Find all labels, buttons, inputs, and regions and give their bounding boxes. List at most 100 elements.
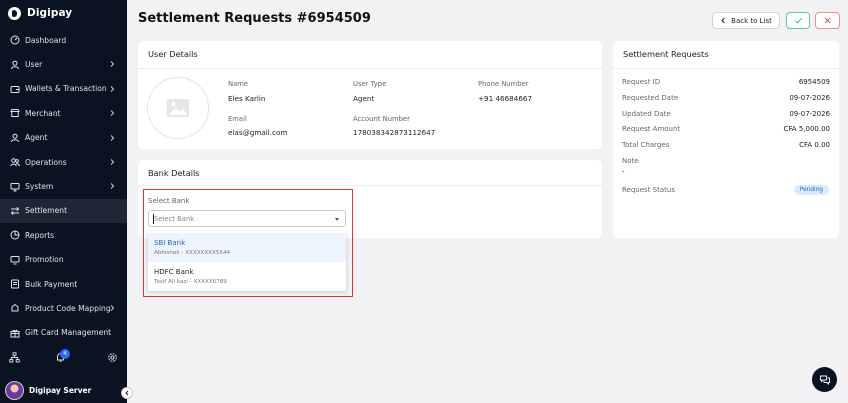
operations-icon xyxy=(9,157,20,168)
updated-date-value: 09-07-2026 xyxy=(789,110,830,118)
divider xyxy=(613,68,839,69)
wallet-icon xyxy=(9,83,20,94)
image-placeholder-icon xyxy=(167,99,189,117)
select-bank-placeholder: Select Bank xyxy=(154,215,195,223)
account-number-value: 178038342873112647 xyxy=(353,128,436,137)
sidebar-item-agent[interactable]: Agent xyxy=(0,126,127,150)
divider xyxy=(138,185,602,186)
email-label: Email xyxy=(228,115,247,123)
back-to-list-label: Back to List xyxy=(731,16,772,25)
user-details-card: User Details Name Eles Karlin User Type … xyxy=(138,41,602,149)
sidebar-item-label: System xyxy=(25,182,54,192)
name-label: Name xyxy=(228,80,249,88)
sidebar-item-promotion[interactable]: Promotion xyxy=(0,248,127,272)
user-type-value: Agent xyxy=(353,94,375,103)
note-value: - xyxy=(622,168,625,176)
user-type-label: User Type xyxy=(353,80,387,88)
settlement-requests-title: Settlement Requests xyxy=(623,49,709,59)
sitemap-icon[interactable] xyxy=(9,352,20,363)
notification-badge: 4 xyxy=(60,349,70,359)
brand-logo-icon xyxy=(8,6,21,20)
chat-support-button[interactable] xyxy=(812,367,837,392)
gift-card-icon xyxy=(9,327,20,338)
agent-icon xyxy=(9,132,20,143)
sidebar-item-gift-card[interactable]: Gift Card Management xyxy=(0,321,127,345)
mapping-icon xyxy=(9,303,20,314)
sidebar-item-bulk-payment[interactable]: Bulk Payment xyxy=(0,272,127,296)
bank-option-name: SBI Bank xyxy=(154,239,186,247)
updated-date-label: Updated Date xyxy=(622,110,671,118)
caret-down-icon xyxy=(335,218,339,221)
sidebar-item-label: Dashboard xyxy=(25,35,67,45)
sidebar-bottom-toolbar: 4 xyxy=(0,344,127,370)
sidebar-item-operations[interactable]: Operations xyxy=(0,150,127,174)
phone-label: Phone Number xyxy=(478,80,529,88)
approve-button[interactable] xyxy=(786,12,810,29)
reject-button[interactable] xyxy=(815,12,840,29)
shop-icon xyxy=(9,108,20,119)
sidebar-item-label: Agent xyxy=(25,133,48,143)
sidebar-item-label: Reports xyxy=(25,230,55,240)
sidebar-item-wallets[interactable]: Wallets & Transaction xyxy=(0,77,127,101)
chevron-right-icon xyxy=(110,85,115,92)
sidebar-item-label: Bulk Payment xyxy=(25,279,78,289)
bank-details-title: Bank Details xyxy=(148,168,200,178)
sidebar: Digipay Dashboard User Wallets & Transac… xyxy=(0,0,127,403)
user-icon xyxy=(9,59,20,70)
sidebar-item-label: Operations xyxy=(25,157,67,167)
promotion-icon xyxy=(9,254,20,265)
sidebar-item-user[interactable]: User xyxy=(0,52,127,76)
bank-option-sbi[interactable]: SBI Bank Abhishek - XXXXXXXX5544 xyxy=(148,233,346,262)
chevron-right-icon xyxy=(110,183,115,190)
phone-value: +91 46684667 xyxy=(478,94,533,103)
chevron-right-icon xyxy=(110,110,115,117)
sidebar-item-system[interactable]: System xyxy=(0,174,127,198)
chevron-right-icon xyxy=(110,61,115,68)
user-details-title: User Details xyxy=(148,49,198,59)
sidebar-item-settlement[interactable]: Settlement xyxy=(0,198,127,224)
user-name: Digipay Server xyxy=(29,385,92,395)
check-icon xyxy=(794,17,802,24)
sidebar-item-product-code-mapping[interactable]: Product Code Mapping xyxy=(0,296,127,320)
sidebar-item-label: User xyxy=(25,60,43,70)
sidebar-collapse-button[interactable] xyxy=(121,387,133,399)
user-photo-placeholder xyxy=(147,77,209,139)
sidebar-item-reports[interactable]: Reports xyxy=(0,223,127,247)
name-value: Eles Karlin xyxy=(228,94,266,103)
requested-date-value: 09-07-2026 xyxy=(789,94,830,102)
request-status-label: Request Status xyxy=(622,186,675,194)
chevron-right-icon xyxy=(110,134,115,141)
bank-dropdown-menu: SBI Bank Abhishek - XXXXXXXX5544 HDFC Ba… xyxy=(148,231,346,291)
chevron-left-icon xyxy=(125,390,129,396)
brand[interactable]: Digipay xyxy=(8,6,72,20)
back-to-list-button[interactable]: Back to List xyxy=(712,12,780,29)
page-title: Settlement Requests #6954509 xyxy=(138,11,371,26)
sidebar-item-merchant[interactable]: Merchant xyxy=(0,101,127,125)
close-icon xyxy=(824,17,831,24)
current-user[interactable]: Digipay Server xyxy=(0,377,127,403)
bank-option-account: Tosif Ali kazi - XXXXX6789 xyxy=(154,279,227,285)
bank-option-hdfc[interactable]: HDFC Bank Tosif Ali kazi - XXXXX6789 xyxy=(148,262,346,291)
sidebar-item-label: Settlement xyxy=(25,206,68,216)
divider xyxy=(138,68,602,69)
settlement-requests-card: Settlement Requests Request ID 6954509 R… xyxy=(613,41,839,238)
account-number-label: Account Number xyxy=(353,115,410,123)
sidebar-item-label: Merchant xyxy=(25,108,61,118)
select-bank-label: Select Bank xyxy=(148,197,190,205)
bank-option-account: Abhishek - XXXXXXXX5544 xyxy=(154,250,231,256)
avatar xyxy=(5,380,24,400)
chevron-left-icon xyxy=(721,17,725,24)
status-badge: Pending xyxy=(793,185,829,195)
email-value: elas@gmail.com xyxy=(228,128,288,137)
transfer-icon xyxy=(9,205,20,216)
dashboard-icon xyxy=(9,35,20,46)
sidebar-item-dashboard[interactable]: Dashboard xyxy=(0,28,127,52)
request-amount-value: CFA 5,000.00 xyxy=(783,125,830,133)
reports-icon xyxy=(9,230,20,241)
chevron-right-icon xyxy=(110,305,115,312)
brand-name: Digipay xyxy=(27,7,73,19)
gear-icon[interactable] xyxy=(107,352,118,363)
total-charges-value: CFA 0.00 xyxy=(799,141,830,149)
request-id-label: Request ID xyxy=(622,78,661,86)
select-bank-input[interactable]: Select Bank xyxy=(148,210,346,227)
